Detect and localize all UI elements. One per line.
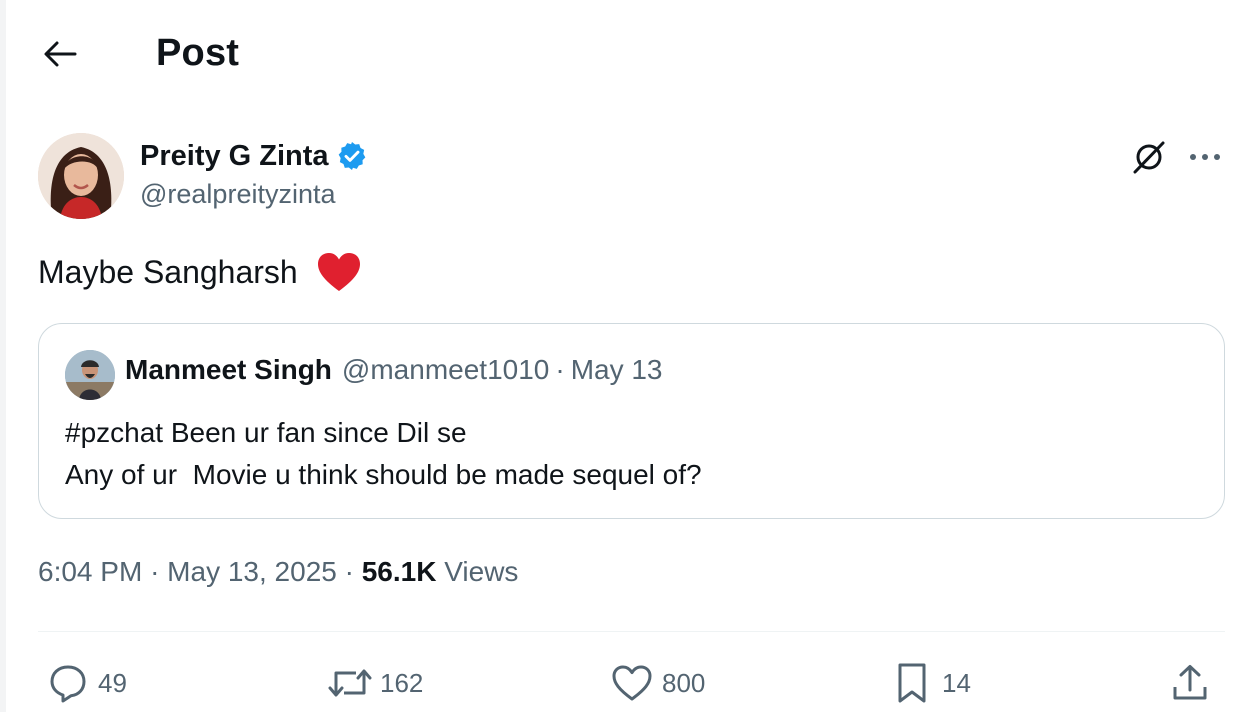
repost-button[interactable]: 162 [328, 655, 423, 711]
meta-separator-2: · [344, 556, 354, 587]
views-label: Views [444, 556, 519, 587]
post-text-content: Maybe Sangharsh [38, 253, 298, 290]
like-count: 800 [662, 667, 706, 698]
repost-count: 162 [380, 667, 424, 698]
grok-icon [1133, 141, 1165, 174]
quoted-author-handle: @manmeet1010 [341, 354, 550, 385]
author-handle[interactable]: @realpreityzinta [140, 179, 368, 210]
quoted-avatar-image [65, 350, 115, 400]
post-text: Maybe Sangharsh [38, 251, 362, 293]
quoted-post-card[interactable]: Manmeet Singh @manmeet1010 · May 13 #pzc… [38, 323, 1225, 519]
post-date[interactable]: May 13, 2025 [167, 556, 337, 588]
red-heart-icon [316, 251, 362, 293]
more-options-button[interactable] [1184, 138, 1226, 176]
quoted-text: #pzchat Been ur fan since Dil se Any of … [65, 417, 702, 490]
action-bar: 49 162 800 14 [0, 655, 1248, 711]
back-button[interactable] [40, 36, 80, 72]
bookmark-icon [890, 661, 934, 705]
quoted-header: Manmeet Singh @manmeet1010 · May 13 [125, 354, 663, 386]
post-time[interactable]: 6:04 PM [38, 556, 142, 588]
divider [38, 631, 1225, 632]
quoted-date: May 13 [570, 354, 663, 385]
page-title: Post [156, 32, 240, 74]
meta-separator: · [150, 556, 160, 587]
more-icon [1190, 154, 1220, 160]
reply-icon [46, 661, 90, 705]
reply-button[interactable]: 49 [46, 655, 127, 711]
like-button[interactable]: 800 [610, 655, 705, 711]
repost-icon [328, 661, 372, 705]
verified-badge-icon [336, 140, 368, 172]
author-name[interactable]: Preity G Zinta [140, 140, 329, 173]
bookmark-count: 14 [942, 667, 971, 698]
share-icon [1168, 661, 1212, 705]
heart-outline-icon [610, 661, 654, 705]
arrow-left-icon [44, 41, 77, 67]
bookmark-button[interactable]: 14 [890, 655, 971, 711]
avatar-image [38, 133, 124, 219]
reply-count: 49 [98, 667, 127, 698]
views-count: 56.1K [361, 556, 437, 587]
post-meta: 6:04 PM · May 13, 2025 · 56.1K Views [38, 556, 518, 588]
author-info: Preity G Zinta @realpreityzinta [140, 137, 368, 210]
quoted-author-name: Manmeet Singh [125, 354, 332, 385]
author-avatar[interactable] [38, 133, 124, 219]
quoted-separator: · [555, 354, 565, 385]
page-header: Post [0, 0, 1248, 110]
grok-button[interactable] [1128, 138, 1170, 176]
share-button[interactable] [1168, 655, 1212, 711]
quoted-author-avatar[interactable] [65, 350, 115, 400]
